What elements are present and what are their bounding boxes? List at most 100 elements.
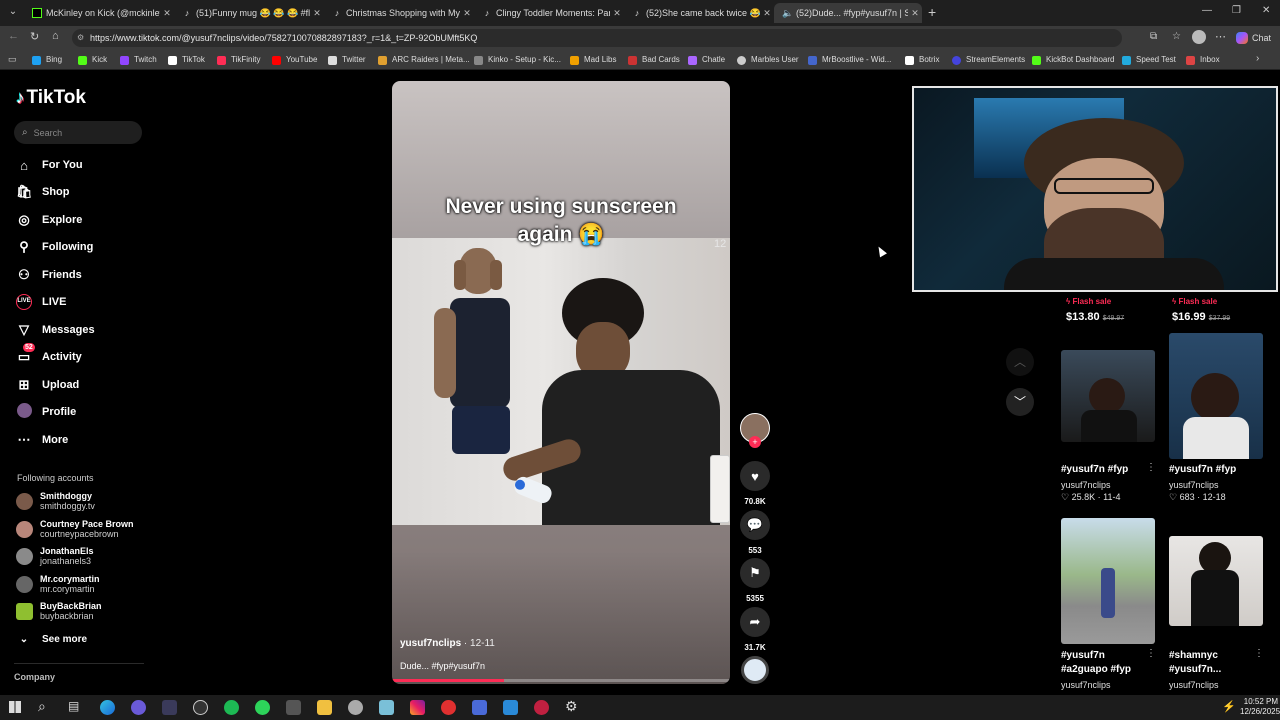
product-price[interactable]: $13.80 $49.97 [1066, 311, 1124, 323]
nav-following[interactable]: ⚲ Following [16, 237, 93, 257]
app-icon[interactable] [503, 700, 518, 715]
like-button[interactable]: ♥ 70.8K [740, 461, 770, 506]
tab-actions-icon[interactable]: ⌄ [6, 6, 20, 20]
minimize-icon[interactable]: — [1202, 5, 1212, 16]
video-thumbnail[interactable] [1061, 518, 1155, 644]
close-tab-icon[interactable]: ✕ [760, 8, 774, 19]
previous-video-button[interactable]: ︿ [1006, 348, 1034, 376]
comment-button[interactable]: 💬 553 [740, 510, 770, 555]
obs-icon[interactable] [193, 700, 208, 715]
video-player[interactable]: Never using sunscreen 12 again 😭 yusuf7n… [392, 81, 730, 684]
browser-tab-active[interactable]: 🔈 (52)Dude... #fyp#yusuf7n | Se ✕ [774, 3, 922, 23]
app-icon[interactable] [162, 700, 177, 715]
search-icon[interactable]: ⌕ [38, 698, 46, 715]
bookmark-youtube[interactable]: YouTube [272, 53, 317, 67]
browser-tab[interactable]: McKinley on Kick (@mckinley.tv) |✕ [24, 3, 174, 23]
bookmark-chatle[interactable]: Chatle [688, 53, 725, 67]
menu-ellipsis-icon[interactable]: ⋯ [1215, 30, 1226, 43]
maximize-icon[interactable]: ❐ [1232, 5, 1241, 16]
company-link[interactable]: Company [14, 672, 55, 682]
network-icon[interactable]: ⚡ [1222, 700, 1236, 713]
close-tab-icon[interactable]: ✕ [460, 8, 474, 19]
app-icon[interactable] [286, 700, 301, 715]
bookmark-kinko[interactable]: Kinko - Setup - Kic... [474, 53, 561, 67]
more-options-icon[interactable]: ⋮ [1146, 462, 1156, 473]
video-author[interactable]: yusuf7nclips [1169, 680, 1219, 690]
account-item[interactable]: Mr.corymartin mr.corymartin [16, 572, 100, 596]
bookmark-bad-cards[interactable]: Bad Cards [628, 53, 680, 67]
video-author[interactable]: yusuf7nclips [1169, 480, 1219, 490]
video-author[interactable]: yusuf7nclips · 12-11 [400, 638, 495, 649]
task-view-icon[interactable]: ▤ [68, 699, 79, 713]
video-title[interactable]: #yusuf7n [1061, 650, 1105, 661]
browser-tab[interactable]: ♪(52)She came back twice 😂 😂 | V✕ [624, 3, 774, 23]
video-thumbnail[interactable] [1169, 333, 1263, 459]
bookmark-speed-test[interactable]: Speed Test [1122, 53, 1176, 67]
account-item[interactable]: JonathanEls jonathanels3 [16, 544, 94, 568]
bookmarks-menu-icon[interactable]: ▭ [8, 54, 17, 65]
app-icon[interactable] [348, 700, 363, 715]
video-thumbnail[interactable] [1169, 536, 1263, 626]
app-icon[interactable] [255, 700, 270, 715]
nav-messages[interactable]: ▽ Messages [16, 320, 95, 340]
share-button[interactable]: ➦ 31.7K [740, 607, 770, 652]
more-options-icon[interactable]: ⋮ [1254, 648, 1264, 659]
bookmark-botrix[interactable]: Botrix [905, 53, 939, 67]
spotify-icon[interactable] [224, 700, 239, 715]
settings-gear-icon[interactable]: ⚙ [565, 698, 578, 715]
bookmark-bing[interactable]: Bing [32, 53, 62, 67]
clock[interactable]: 10:52 PM 12/26/2025 [1240, 697, 1280, 717]
nav-profile[interactable]: Profile [16, 402, 76, 422]
bookmark-mrboost[interactable]: MrBoostlive - Wid... [808, 53, 891, 67]
nav-explore[interactable]: ◎ Explore [16, 210, 82, 230]
favorites-icon[interactable]: ☆ [1172, 31, 1181, 42]
account-item[interactable]: BuyBackBrian buybackbrian [16, 599, 102, 623]
close-window-icon[interactable]: ✕ [1262, 5, 1270, 16]
profile-avatar[interactable] [1192, 30, 1206, 44]
account-item[interactable]: Smithdoggy smithdoggy.tv [16, 489, 95, 513]
chevron-right-icon[interactable]: › [1256, 53, 1259, 64]
bookmark-kick[interactable]: Kick [78, 53, 107, 67]
edge-icon[interactable] [100, 700, 115, 715]
nav-shop[interactable]: 🛍 Shop [16, 182, 70, 202]
creator-avatar[interactable]: + [740, 413, 770, 448]
video-title[interactable]: #yusuf7n #fyp [1169, 464, 1236, 475]
account-item[interactable]: Courtney Pace Brown courtneypacebrown [16, 517, 134, 541]
app-icon[interactable] [441, 700, 456, 715]
follow-plus-icon[interactable]: + [749, 436, 761, 448]
save-button[interactable]: ⚑ 5355 [740, 558, 770, 603]
bookmark-inbox[interactable]: Inbox [1186, 53, 1220, 67]
instagram-icon[interactable] [410, 700, 425, 715]
progress-track[interactable] [392, 679, 730, 682]
video-author[interactable]: yusuf7nclips [1061, 680, 1111, 690]
close-tab-icon[interactable]: ✕ [310, 8, 324, 19]
bookmark-arc-raiders[interactable]: ARC Raiders | Meta... [378, 53, 470, 67]
bookmark-tiktok[interactable]: TikTok [168, 53, 205, 67]
bookmark-kickbot[interactable]: KickBot Dashboard [1032, 53, 1114, 67]
video-title[interactable]: #shamnyc [1169, 650, 1218, 661]
bookmark-streamelements[interactable]: StreamElements [952, 53, 1025, 67]
video-author[interactable]: yusuf7nclips [1061, 480, 1111, 490]
url-field[interactable]: ⚙ https://www.tiktok.com/@yusuf7nclips/vi… [72, 29, 1122, 47]
nav-upload[interactable]: ⊞ Upload [16, 375, 80, 395]
nav-friends[interactable]: ⚇ Friends [16, 265, 82, 285]
site-info-icon[interactable]: ⚙ [77, 29, 84, 47]
app-icon[interactable] [534, 700, 549, 715]
browser-tab[interactable]: ♪Clingy Toddler Moments: Parentin✕ [474, 3, 624, 23]
new-tab-icon[interactable]: + [928, 4, 936, 20]
product-price[interactable]: $16.99 $37.99 [1172, 311, 1230, 323]
close-tab-icon[interactable]: ✕ [610, 8, 624, 19]
search-input[interactable]: ⌕ Search [14, 121, 142, 144]
extensions-icon[interactable]: ⧉ [1150, 31, 1157, 42]
app-icon[interactable] [379, 700, 394, 715]
back-icon[interactable]: ← [8, 30, 19, 42]
home-icon[interactable]: ⌂ [52, 30, 59, 42]
file-explorer-icon[interactable] [317, 700, 332, 715]
windows-start-icon[interactable] [9, 701, 21, 713]
bookmark-mad-libs[interactable]: Mad Libs [570, 53, 616, 67]
refresh-icon[interactable]: ↻ [30, 30, 39, 43]
video-title[interactable]: #yusuf7n #fyp [1061, 464, 1128, 475]
tiktok-logo[interactable]: ♪ TikTok [16, 86, 86, 110]
bookmark-tikfinity[interactable]: TikFinity [217, 53, 260, 67]
close-tab-icon[interactable]: ✕ [908, 8, 922, 19]
